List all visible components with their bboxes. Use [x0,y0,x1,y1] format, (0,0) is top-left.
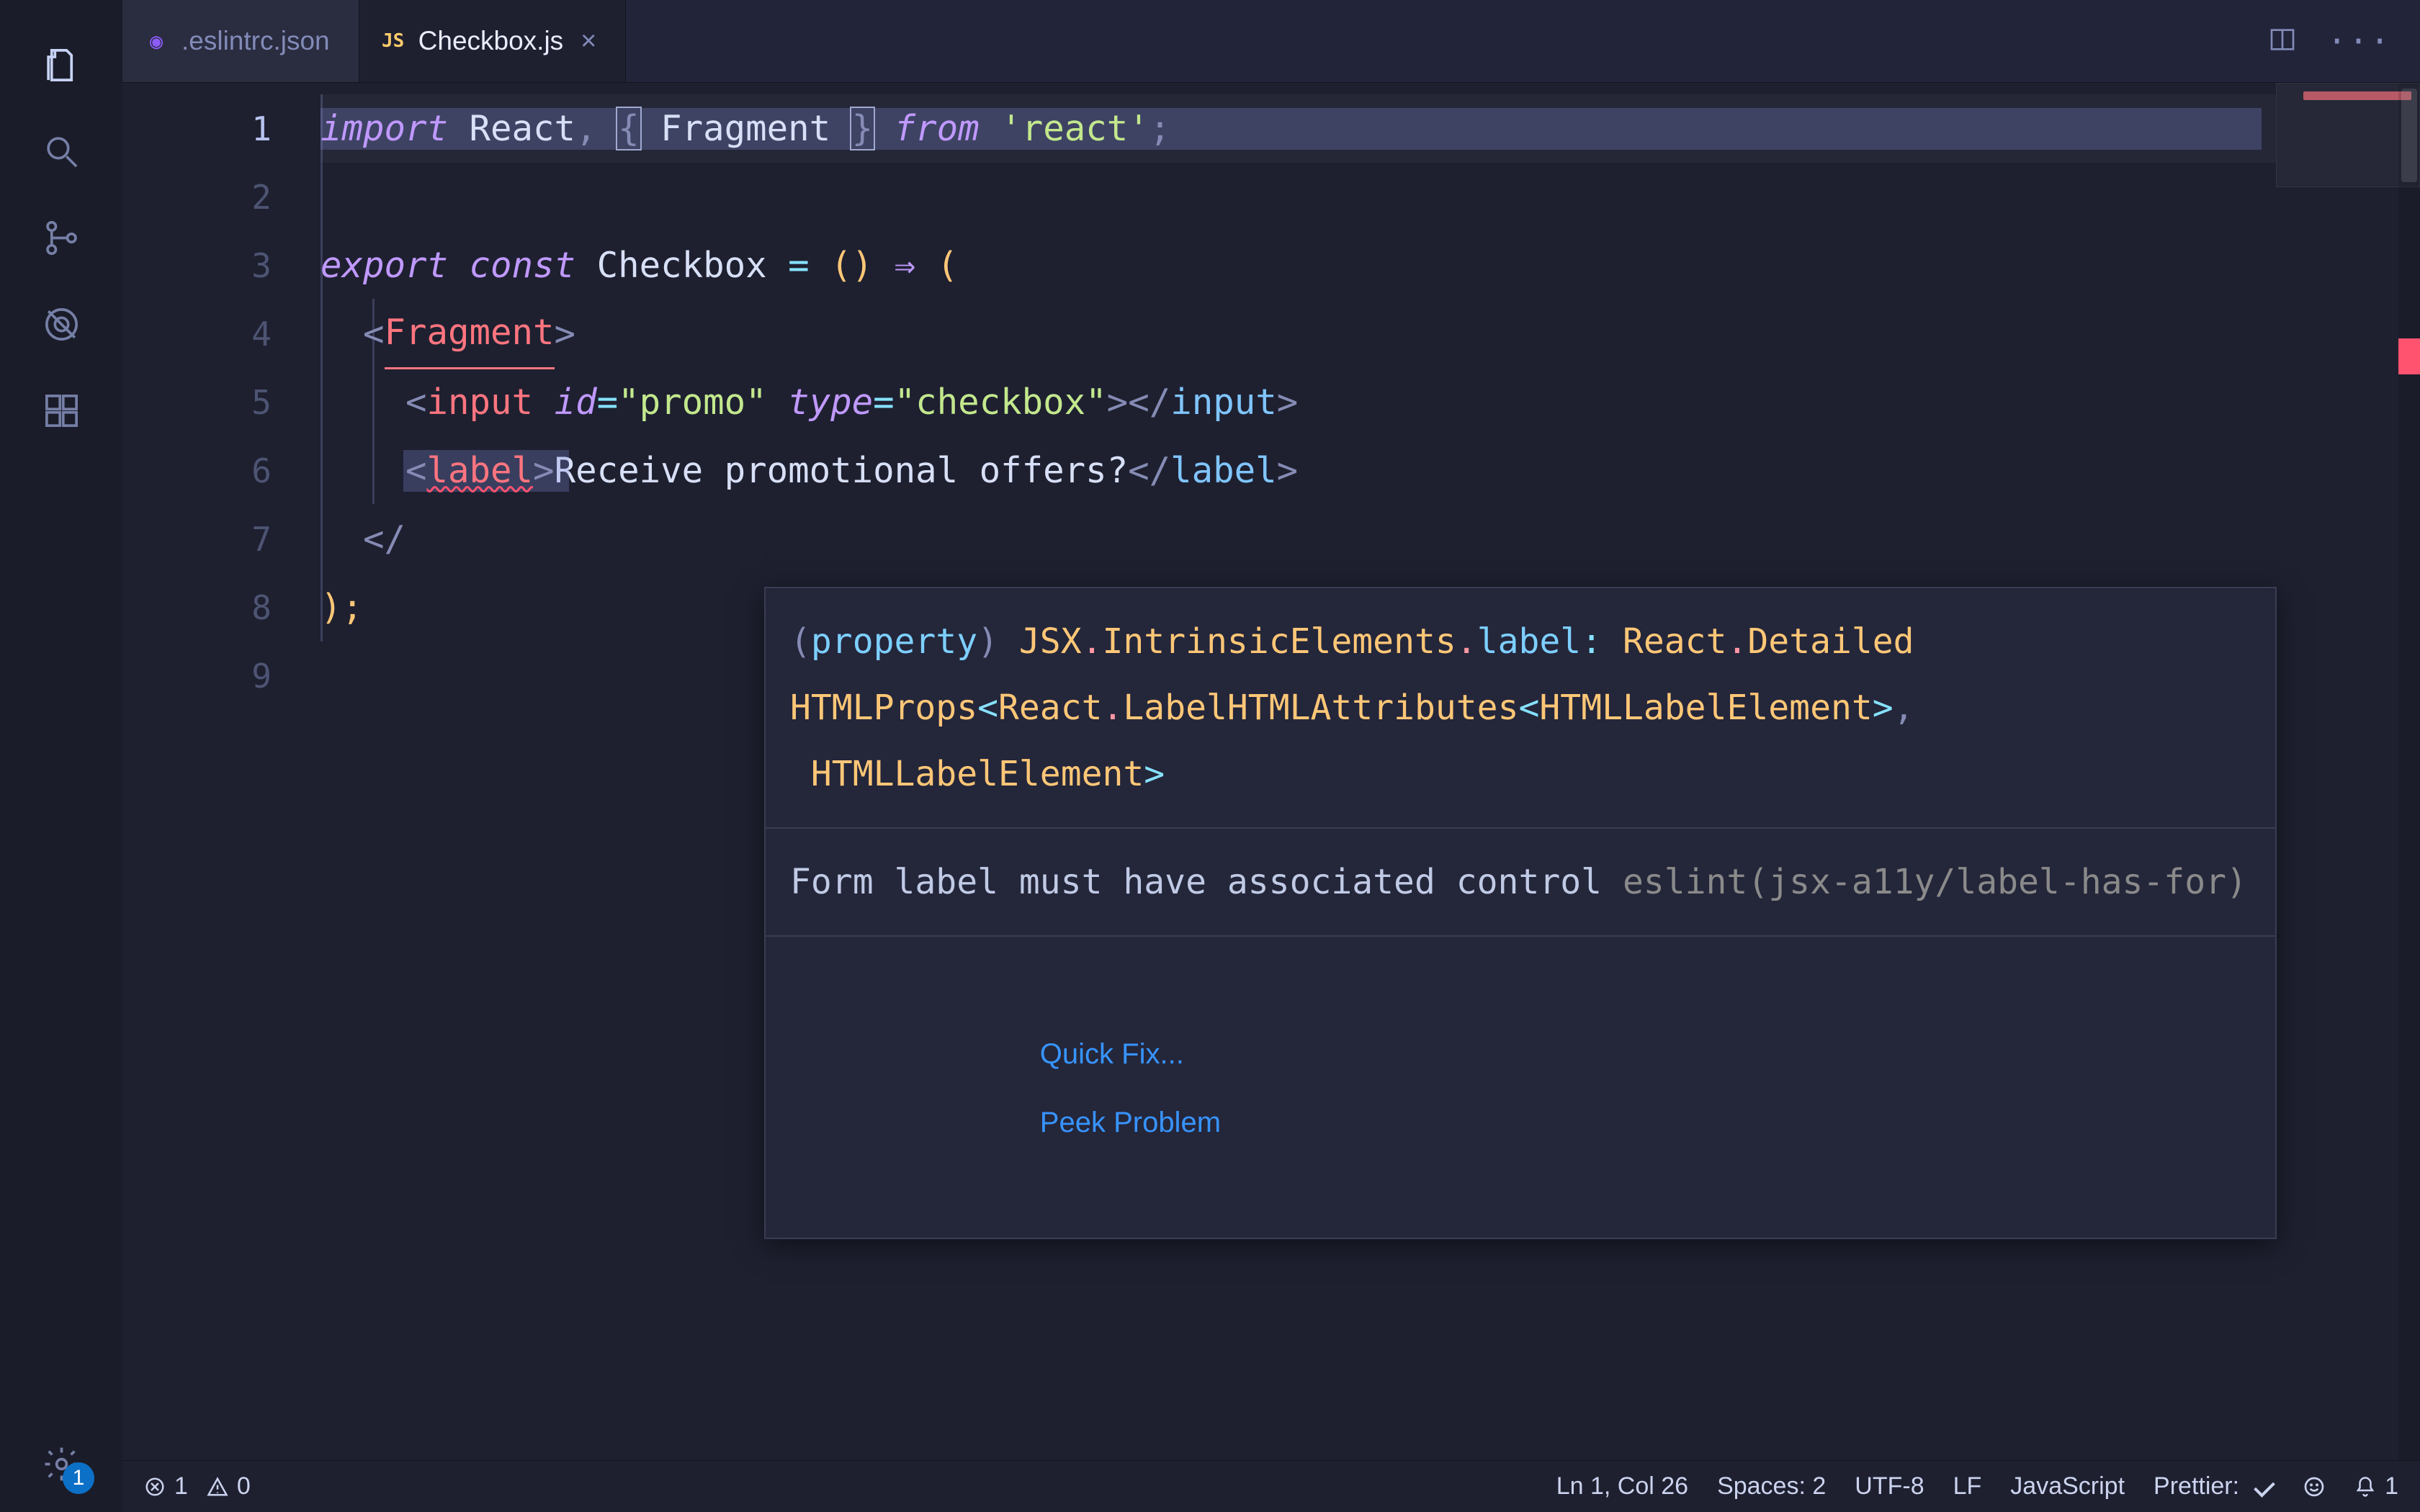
quick-fix-link[interactable]: Quick Fix... [1040,1038,1184,1070]
warning-count: 0 [237,1472,251,1500]
tab-label: Checkbox.js [418,26,564,56]
minimap[interactable] [2276,83,2420,1460]
code-area[interactable]: import React, { Fragment } from 'react';… [321,83,2276,1460]
feedback-icon[interactable] [2303,1475,2326,1498]
more-actions-icon[interactable]: ··· [2327,22,2391,60]
problems-status[interactable]: 1 0 [144,1472,251,1500]
peek-problem-link[interactable]: Peek Problem [1040,1107,1221,1138]
line-number[interactable]: 6 [122,436,321,505]
code-line [321,163,2276,231]
hover-message: Form label must have associated control … [766,829,2275,937]
code-line: export const Checkbox = () ⇒ ( [321,231,2276,300]
warning-icon [207,1476,228,1498]
code-line: <input id="promo" type="checkbox"></inpu… [321,368,2276,436]
overview-ruler[interactable] [2398,83,2420,1460]
encoding-status[interactable]: UTF-8 [1855,1472,1924,1500]
tab-eslintrc[interactable]: ◉ .eslintrc.json [122,0,359,82]
eslint-icon: ◉ [144,29,169,53]
error-marker[interactable] [2398,338,2420,374]
prettier-status[interactable]: Prettier: [2154,1472,2274,1500]
line-number[interactable]: 2 [122,163,321,231]
explorer-icon[interactable] [38,42,84,88]
line-number[interactable]: 5 [122,368,321,436]
js-icon: JS [381,29,405,53]
eol-status[interactable]: LF [1953,1472,1982,1500]
notifications-icon[interactable]: 1 [2354,1472,2398,1500]
code-line: </ [321,505,2276,573]
debug-icon[interactable] [38,301,84,347]
error-count: 1 [174,1472,188,1500]
notification-count: 1 [2385,1472,2398,1500]
settings-gear-icon[interactable]: 1 [38,1441,84,1487]
cursor-position[interactable]: Ln 1, Col 26 [1556,1472,1688,1500]
activity-bar: 1 [0,0,122,1512]
line-number[interactable]: 8 [122,573,321,642]
main-column: ◉ .eslintrc.json JS Checkbox.js × ··· 1 … [122,0,2420,1512]
editor: 1 2 3 4 5 6 7 8 9 import React, { Fragme… [122,83,2420,1460]
app-root: 1 ◉ .eslintrc.json JS Checkbox.js × ··· [0,0,2420,1512]
line-number[interactable]: 7 [122,505,321,573]
tab-bar: ◉ .eslintrc.json JS Checkbox.js × ··· [122,0,2420,83]
language-status[interactable]: JavaScript [2010,1472,2125,1500]
line-number[interactable]: 9 [122,642,321,710]
split-editor-icon[interactable] [2268,25,2297,57]
hover-actions: Quick Fix... Peek Problem [766,937,2275,1238]
tab-checkbox[interactable]: JS Checkbox.js × [359,0,627,82]
code-line: <Fragment> [321,300,2276,368]
scroll-handle[interactable] [2401,89,2417,182]
line-number[interactable]: 3 [122,231,321,300]
error-icon [144,1476,166,1498]
tab-actions: ··· [2239,0,2420,82]
tab-label: .eslintrc.json [182,26,330,56]
gutter: 1 2 3 4 5 6 7 8 9 [122,83,321,1460]
search-icon[interactable] [38,128,84,174]
close-icon[interactable]: × [581,27,596,55]
settings-badge: 1 [63,1462,94,1494]
extensions-icon[interactable] [38,387,84,433]
line-number[interactable]: 4 [122,300,321,368]
status-bar: 1 0 Ln 1, Col 26 Spaces: 2 UTF-8 LF Java… [122,1460,2420,1512]
hover-signature: (property) JSX.IntrinsicElements.label: … [766,588,2275,829]
hover-popup: (property) JSX.IntrinsicElements.label: … [764,587,2277,1239]
minimap-highlight [2303,91,2411,100]
indentation-status[interactable]: Spaces: 2 [1717,1472,1826,1500]
line-number[interactable]: 1 [122,94,321,163]
code-line: import React, { Fragment } from 'react'; [321,94,2276,163]
code-line: <label>Receive promotional offers?</labe… [321,436,2276,505]
source-control-icon[interactable] [38,215,84,261]
